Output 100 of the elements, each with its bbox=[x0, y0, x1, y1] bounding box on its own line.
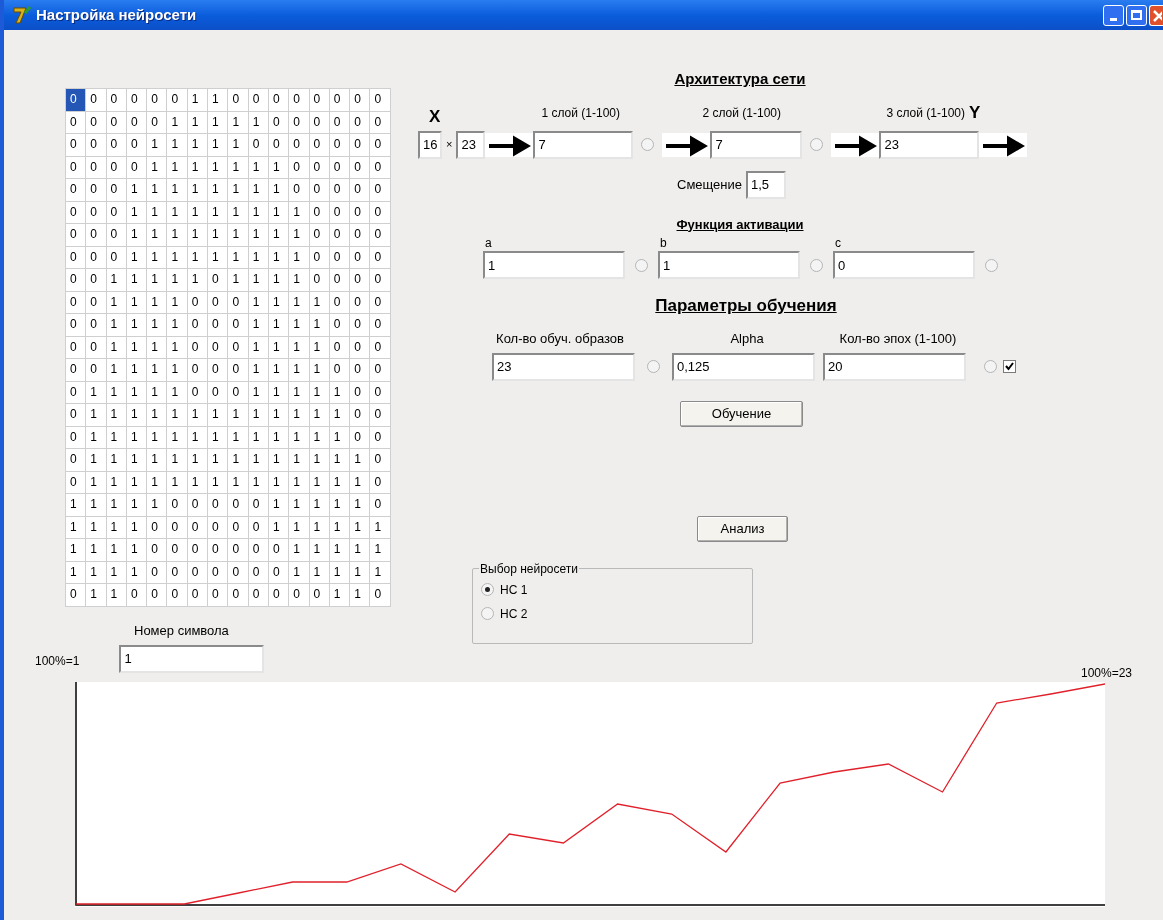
grid-cell[interactable]: 1 bbox=[106, 494, 126, 516]
grid-cell[interactable]: 0 bbox=[66, 471, 86, 493]
grid-cell[interactable]: 1 bbox=[309, 426, 329, 448]
grid-cell[interactable]: 0 bbox=[66, 291, 86, 313]
grid-cell[interactable]: 1 bbox=[86, 494, 106, 516]
grid-cell[interactable]: 1 bbox=[329, 471, 350, 493]
grid-cell[interactable]: 1 bbox=[106, 359, 126, 381]
grid-cell[interactable]: 1 bbox=[147, 179, 167, 201]
grid-cell[interactable]: 1 bbox=[187, 404, 208, 426]
grid-cell[interactable]: 1 bbox=[208, 449, 228, 471]
grid-cell[interactable]: 0 bbox=[370, 404, 390, 426]
grid-cell[interactable]: 0 bbox=[228, 89, 248, 111]
grid-cell[interactable]: 1 bbox=[147, 291, 167, 313]
grid-cell[interactable]: 1 bbox=[289, 269, 309, 291]
grid-cell[interactable]: 0 bbox=[329, 89, 350, 111]
grid-cell[interactable]: 1 bbox=[289, 404, 309, 426]
grid-cell[interactable]: 0 bbox=[228, 359, 248, 381]
grid-cell[interactable]: 0 bbox=[329, 156, 350, 178]
grid-cell[interactable]: 1 bbox=[248, 179, 268, 201]
grid-cell[interactable]: 0 bbox=[66, 224, 86, 246]
grid-cell[interactable]: 0 bbox=[289, 156, 309, 178]
grid-cell[interactable]: 1 bbox=[187, 471, 208, 493]
grid-cell[interactable]: 1 bbox=[106, 404, 126, 426]
grid-cell[interactable]: 1 bbox=[329, 516, 350, 538]
grid-cell[interactable]: 1 bbox=[228, 269, 248, 291]
grid-cell[interactable]: 1 bbox=[289, 426, 309, 448]
grid-cell[interactable]: 0 bbox=[167, 561, 187, 583]
grid-cell[interactable]: 1 bbox=[268, 179, 289, 201]
grid-cell[interactable]: 0 bbox=[66, 336, 86, 358]
grid-cell[interactable]: 0 bbox=[86, 89, 106, 111]
grid-cell[interactable]: 1 bbox=[167, 336, 187, 358]
grid-cell[interactable]: 0 bbox=[167, 539, 187, 561]
grid-cell[interactable]: 0 bbox=[248, 584, 268, 606]
grid-cell[interactable]: 1 bbox=[350, 561, 370, 583]
grid-cell[interactable]: 0 bbox=[248, 89, 268, 111]
grid-cell[interactable]: 0 bbox=[86, 359, 106, 381]
grid-cell[interactable]: 1 bbox=[187, 426, 208, 448]
grid-cell[interactable]: 0 bbox=[370, 89, 390, 111]
grid-cell[interactable]: 1 bbox=[228, 449, 248, 471]
grid-cell[interactable]: 0 bbox=[66, 134, 86, 156]
grid-cell[interactable]: 1 bbox=[268, 494, 289, 516]
grid-cell[interactable]: 0 bbox=[208, 539, 228, 561]
grid-cell[interactable]: 1 bbox=[350, 584, 370, 606]
grid-cell[interactable]: 1 bbox=[309, 516, 329, 538]
grid-cell[interactable]: 1 bbox=[86, 561, 106, 583]
grid-cell[interactable]: 0 bbox=[309, 134, 329, 156]
grid-cell[interactable]: 1 bbox=[187, 201, 208, 223]
grid-cell[interactable]: 1 bbox=[208, 89, 228, 111]
grid-cell[interactable]: 1 bbox=[370, 539, 390, 561]
grid-cell[interactable]: 1 bbox=[126, 539, 147, 561]
grid-cell[interactable]: 0 bbox=[66, 89, 86, 111]
grid-cell[interactable]: 0 bbox=[147, 111, 167, 133]
grid-cell[interactable]: 0 bbox=[66, 359, 86, 381]
grid-cell[interactable]: 1 bbox=[268, 269, 289, 291]
grid-cell[interactable]: 0 bbox=[350, 404, 370, 426]
grid-cell[interactable]: 1 bbox=[208, 179, 228, 201]
grid-cell[interactable]: 0 bbox=[86, 269, 106, 291]
grid-cell[interactable]: 0 bbox=[86, 111, 106, 133]
grid-cell[interactable]: 1 bbox=[126, 269, 147, 291]
input-field[interactable]: 16 bbox=[418, 130, 442, 159]
grid-cell[interactable]: 1 bbox=[147, 471, 167, 493]
grid-cell[interactable]: 1 bbox=[86, 539, 106, 561]
grid-cell[interactable]: 1 bbox=[126, 449, 147, 471]
grid-cell[interactable]: 1 bbox=[147, 246, 167, 268]
grid-cell[interactable]: 1 bbox=[289, 314, 309, 336]
grid-cell[interactable]: 1 bbox=[86, 426, 106, 448]
grid-cell[interactable]: 1 bbox=[106, 269, 126, 291]
grid-cell[interactable]: 0 bbox=[309, 179, 329, 201]
grid-cell[interactable]: 1 bbox=[208, 201, 228, 223]
grid-cell[interactable]: 0 bbox=[208, 494, 228, 516]
grid-cell[interactable]: 1 bbox=[268, 516, 289, 538]
button[interactable]: Обучение bbox=[680, 400, 803, 427]
grid-cell[interactable]: 0 bbox=[370, 471, 390, 493]
grid-cell[interactable]: 1 bbox=[167, 201, 187, 223]
grid-cell[interactable]: 0 bbox=[66, 111, 86, 133]
grid-cell[interactable]: 1 bbox=[289, 561, 309, 583]
grid-cell[interactable]: 1 bbox=[309, 336, 329, 358]
grid-cell[interactable]: 0 bbox=[86, 179, 106, 201]
grid-cell[interactable]: 0 bbox=[187, 291, 208, 313]
grid-cell[interactable]: 0 bbox=[370, 314, 390, 336]
grid-cell[interactable]: 0 bbox=[86, 314, 106, 336]
grid-cell[interactable]: 0 bbox=[187, 494, 208, 516]
grid-cell[interactable]: 0 bbox=[370, 381, 390, 403]
grid-cell[interactable]: 0 bbox=[248, 539, 268, 561]
grid-cell[interactable]: 1 bbox=[309, 494, 329, 516]
grid-cell[interactable]: 0 bbox=[309, 111, 329, 133]
grid-cell[interactable]: 1 bbox=[350, 516, 370, 538]
grid-cell[interactable]: 1 bbox=[167, 246, 187, 268]
grid-cell[interactable]: 1 bbox=[208, 111, 228, 133]
input-field[interactable]: 0,125 bbox=[672, 352, 815, 381]
grid-cell[interactable]: 0 bbox=[289, 89, 309, 111]
grid-cell[interactable]: 1 bbox=[106, 426, 126, 448]
grid-cell[interactable]: 1 bbox=[289, 224, 309, 246]
grid-cell[interactable]: 0 bbox=[370, 201, 390, 223]
grid-cell[interactable]: 1 bbox=[167, 426, 187, 448]
grid-cell[interactable]: 0 bbox=[86, 156, 106, 178]
grid-cell[interactable]: 0 bbox=[329, 291, 350, 313]
grid-cell[interactable]: 0 bbox=[66, 201, 86, 223]
grid-cell[interactable]: 1 bbox=[268, 201, 289, 223]
grid-cell[interactable]: 0 bbox=[350, 89, 370, 111]
